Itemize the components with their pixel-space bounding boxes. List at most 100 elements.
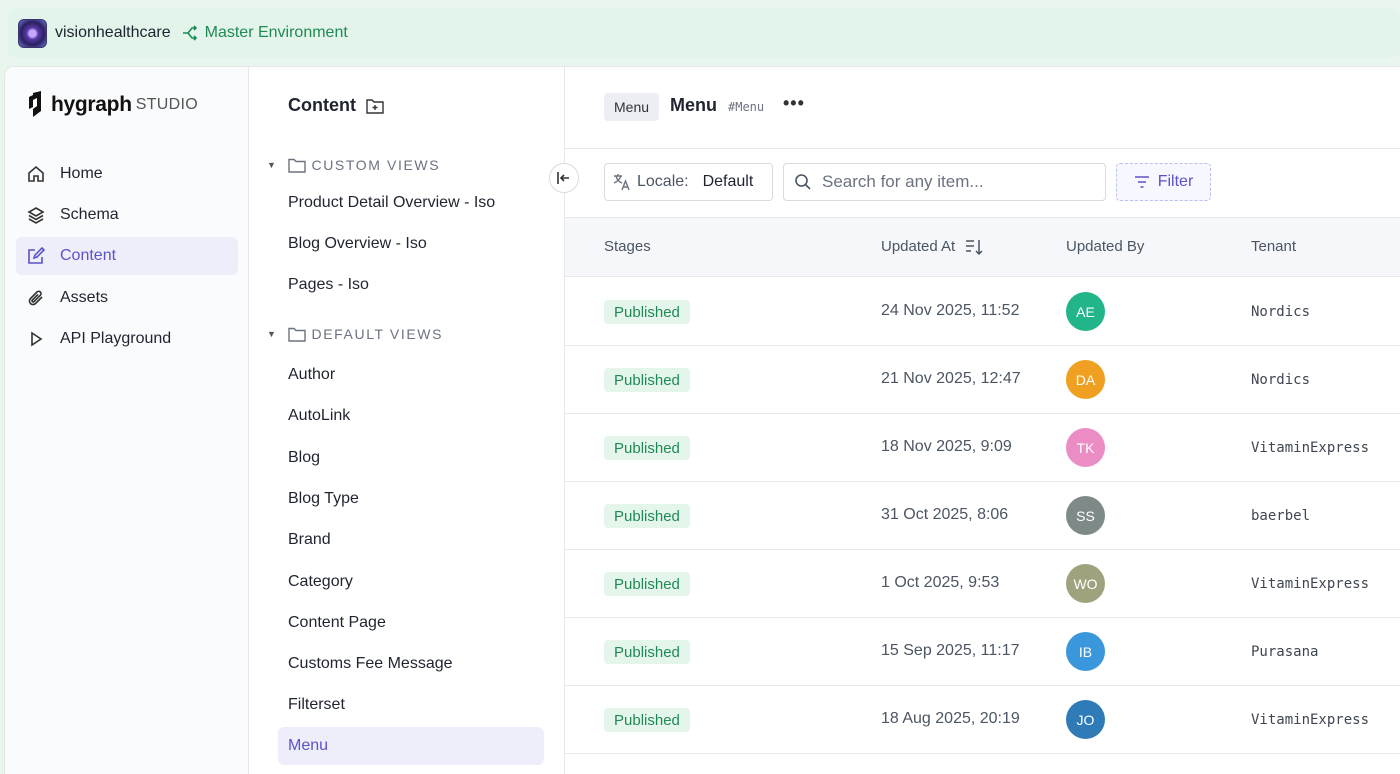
nav-item-home[interactable]: Home	[16, 155, 238, 193]
project-avatar[interactable]	[18, 18, 47, 48]
column-header-updated-at-label: Updated At	[881, 238, 956, 255]
avatar[interactable]: TK	[1066, 428, 1105, 467]
paperclip-icon	[26, 288, 46, 308]
table-header: Stages Updated At Updated By Tenant	[565, 217, 1400, 277]
avatar[interactable]: IB	[1066, 632, 1105, 671]
updated-at-cell: 15 Sep 2025, 11:17	[881, 642, 1020, 659]
project-name[interactable]: visionhealthcare	[55, 24, 171, 42]
table-row[interactable]: Published 18 Nov 2025, 9:09 TK VitaminExpre…	[565, 414, 1400, 482]
avatar[interactable]: WO	[1066, 564, 1105, 603]
hygraph-logo[interactable]: hygraph STUDIO	[27, 91, 198, 119]
tenant-cell: baerbel	[1251, 508, 1311, 524]
custom-views-header[interactable]: ▼ CUSTOM VIEWS	[267, 157, 440, 173]
column-header-tenant[interactable]: Tenant	[1251, 238, 1296, 255]
view-item[interactable]: AutoLink	[288, 407, 350, 425]
stage-badge: Published	[604, 640, 690, 664]
table-row[interactable]: Published 21 Nov 2025, 12:47 DA Nordics	[565, 346, 1400, 414]
project-bar: visionhealthcare Master Environment	[0, 0, 1400, 66]
play-icon	[26, 329, 46, 349]
model-api-id[interactable]: #Menu	[728, 100, 764, 114]
model-title: Menu	[670, 95, 717, 115]
tenant-cell: Nordics	[1251, 372, 1311, 388]
table-row[interactable]: Published 24 Nov 2025, 11:52 AE Nordics	[565, 278, 1400, 346]
updated-at-cell: 21 Nov 2025, 12:47	[881, 370, 1021, 387]
add-folder-icon[interactable]	[366, 98, 384, 114]
custom-views-label: CUSTOM VIEWS	[311, 157, 441, 173]
view-item[interactable]: Pages - Iso	[288, 276, 369, 294]
column-header-updated-at[interactable]: Updated At	[881, 238, 983, 255]
translate-icon	[613, 174, 630, 191]
table-row[interactable]: Published 31 Oct 2025, 8:06 SS baerbel	[565, 482, 1400, 550]
more-options-icon[interactable]: •••	[783, 93, 805, 114]
nav-label-schema: Schema	[60, 206, 119, 223]
view-item[interactable]: Author	[288, 366, 335, 384]
tenant-cell: Purasana	[1251, 644, 1319, 660]
stage-badge: Published	[604, 300, 690, 324]
tenant-cell: VitaminExpress	[1251, 440, 1370, 456]
stage-badge: Published	[604, 368, 690, 392]
hygraph-logo-icon	[29, 91, 41, 117]
view-item[interactable]: Content Page	[288, 614, 386, 632]
column-header-stages[interactable]: Stages	[604, 238, 651, 255]
tenant-cell: Nordics	[1251, 304, 1311, 320]
environment-switcher[interactable]: Master Environment	[181, 24, 348, 42]
filter-icon	[1134, 176, 1149, 188]
view-item[interactable]: Brand	[288, 531, 331, 549]
model-header: Menu Menu #Menu •••	[565, 67, 1400, 149]
search-box[interactable]	[783, 163, 1106, 201]
stage-badge: Published	[604, 572, 690, 596]
default-views-label: DEFAULT VIEWS	[311, 326, 444, 342]
default-views-header[interactable]: ▼ DEFAULT VIEWS	[267, 326, 443, 342]
table-row[interactable]: Published 15 Sep 2025, 11:17 IB Purasana	[565, 618, 1400, 686]
layers-icon	[26, 205, 46, 225]
main-content: Menu Menu #Menu ••• Locale: Default Filt…	[565, 67, 1400, 774]
content-views-title: Content	[288, 95, 384, 116]
view-item[interactable]: Customs Fee Message	[288, 655, 453, 673]
view-item-active[interactable]: Menu	[278, 727, 544, 765]
nav-item-content[interactable]: Content	[16, 237, 238, 275]
nav-label-content: Content	[60, 247, 117, 264]
folder-icon	[287, 327, 306, 342]
view-item[interactable]: Product Detail Overview - Iso	[288, 194, 495, 212]
avatar[interactable]: DA	[1066, 360, 1105, 399]
collapse-panel-button[interactable]	[549, 163, 579, 193]
table-row[interactable]: Published 1 Oct 2025, 9:53 WO VitaminExpres…	[565, 550, 1400, 618]
collapse-left-icon	[557, 172, 569, 184]
model-chip: Menu	[604, 93, 660, 121]
column-header-updated-by[interactable]: Updated By	[1066, 238, 1144, 255]
search-icon	[795, 174, 811, 190]
nav-label-home: Home	[60, 165, 103, 182]
view-item[interactable]: Blog	[288, 449, 320, 467]
view-item[interactable]: Blog Overview - Iso	[288, 235, 427, 253]
caret-down-icon: ▼	[267, 160, 278, 170]
content-toolbar: Locale: Default Filter	[565, 149, 1400, 219]
filter-label: Filter	[1157, 173, 1194, 190]
tenant-cell: VitaminExpress	[1251, 576, 1370, 592]
logo-word: hygraph	[51, 93, 132, 116]
tenant-cell: VitaminExpress	[1251, 712, 1370, 728]
avatar[interactable]: SS	[1066, 496, 1105, 535]
edit-icon	[26, 246, 46, 266]
filter-button[interactable]: Filter	[1116, 163, 1211, 201]
avatar[interactable]: JO	[1066, 700, 1105, 739]
sort-desc-icon	[966, 239, 983, 255]
avatar[interactable]: AE	[1066, 292, 1105, 331]
nav-item-api-playground[interactable]: API Playground	[16, 320, 238, 358]
nav-label-assets: Assets	[60, 289, 109, 306]
view-item[interactable]: Blog Type	[288, 490, 359, 508]
view-item[interactable]: Filterset	[288, 696, 345, 714]
updated-at-cell: 18 Aug 2025, 20:19	[881, 710, 1020, 727]
folder-icon	[287, 158, 306, 173]
search-input[interactable]	[822, 172, 1092, 192]
updated-at-cell: 31 Oct 2025, 8:06	[881, 506, 1009, 523]
stage-badge: Published	[604, 708, 690, 732]
sidebar-nav: hygraph STUDIO Home Schema Content Asset…	[5, 67, 249, 774]
nav-item-schema[interactable]: Schema	[16, 196, 238, 234]
locale-label: Locale:	[637, 173, 689, 190]
table-row[interactable]: Published 18 Aug 2025, 20:19 JO VitaminExpr…	[565, 686, 1400, 754]
nav-item-assets[interactable]: Assets	[16, 279, 238, 317]
home-icon	[26, 164, 46, 184]
view-item[interactable]: Category	[288, 573, 353, 591]
locale-select[interactable]: Locale: Default	[604, 163, 773, 201]
stage-badge: Published	[604, 436, 690, 460]
